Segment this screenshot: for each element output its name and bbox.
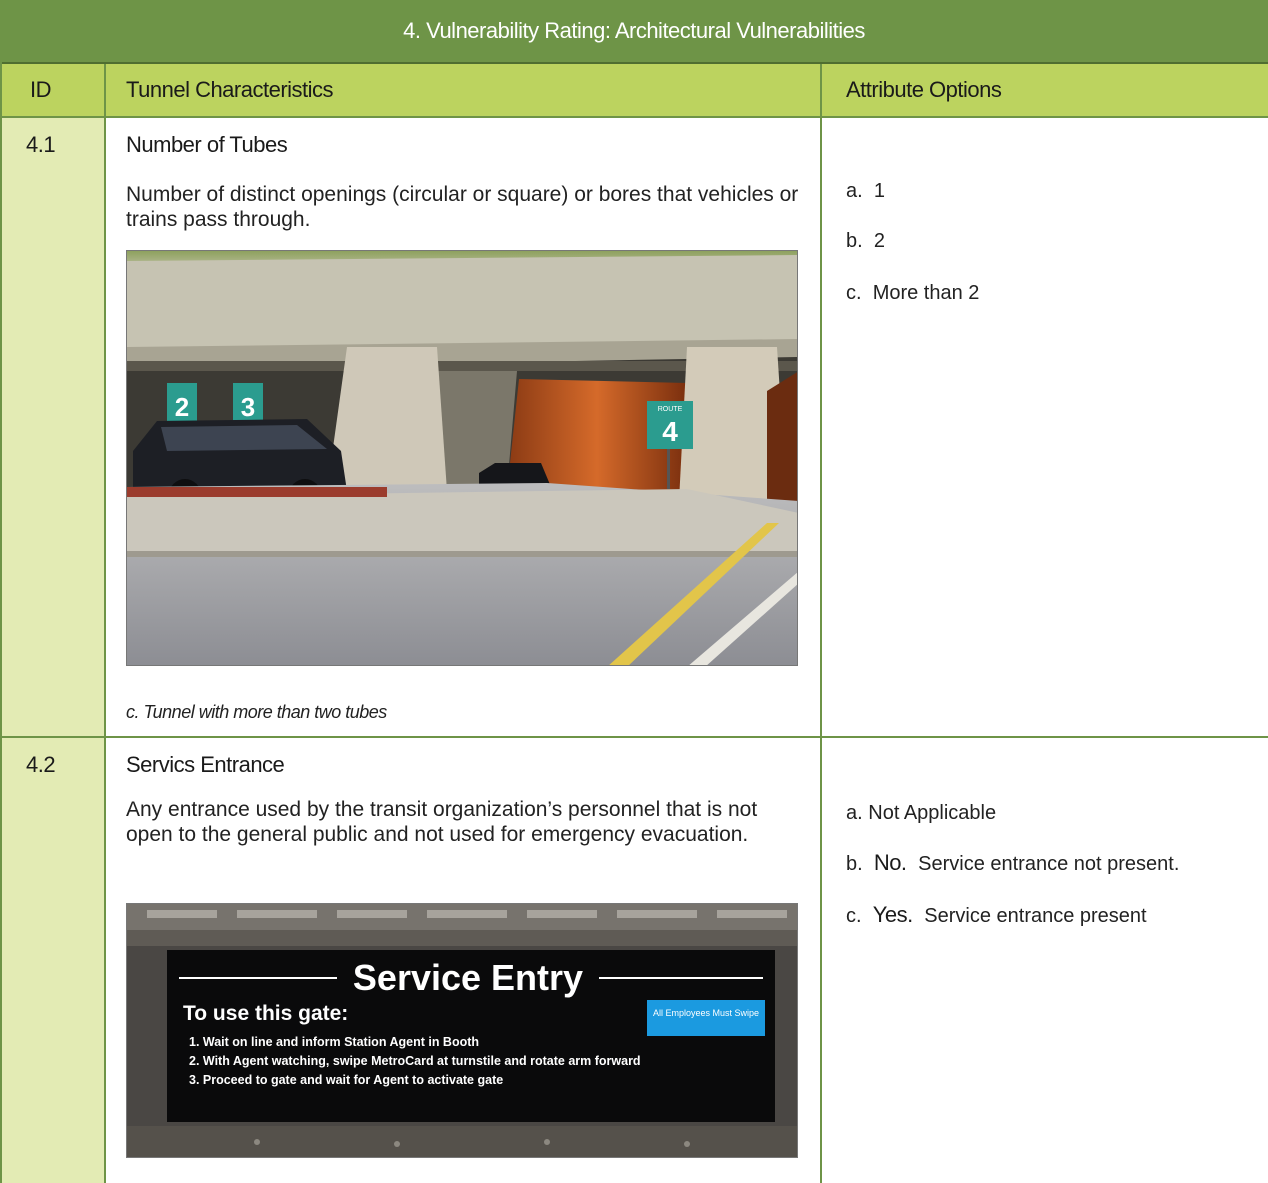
table-left-border (0, 0, 2, 1183)
sign-number: 2 (175, 392, 189, 422)
sign-line: 3. Proceed to gate and wait for Agent to… (189, 1073, 503, 1087)
option-prefix: a. (846, 180, 863, 202)
tunnel-photo-illustration: 2 3 ROUTE 4 (127, 251, 797, 665)
sign-subtitle: To use this gate: (183, 1002, 348, 1025)
option-a: a. 1 (846, 180, 885, 203)
option-prefix: b. (846, 230, 863, 252)
option-b: b. 2 (846, 230, 885, 253)
option-c: c. Yes. Service entrance present (846, 902, 1147, 928)
header-attribute-options: Attribute Options (846, 77, 1002, 102)
option-text: 2 (873, 230, 885, 252)
option-bold-label: Yes. (872, 902, 914, 927)
column-divider-id (104, 64, 106, 1183)
option-text: More than 2 (872, 282, 980, 304)
column-divider-options (820, 64, 822, 1183)
sign-title: Service Entry (353, 957, 583, 998)
option-text: Service entrance not present. (918, 853, 1180, 875)
header-id: ID (30, 77, 52, 102)
service-entry-illustration: Service Entry To use this gate: All Empl… (127, 904, 797, 1157)
row-id: 4.2 (26, 752, 56, 777)
option-text: Service entrance present (924, 905, 1147, 927)
sign-badge: All Employees Must Swipe (653, 1008, 759, 1018)
vulnerability-table: 4. Vulnerability Rating: Architectural V… (0, 0, 1268, 1183)
sign-word: ROUTE (658, 406, 683, 413)
option-bold-label: No. (873, 850, 907, 875)
row-divider (0, 736, 1268, 738)
tunnel-photo: 2 3 ROUTE 4 (126, 250, 798, 666)
option-prefix: c. (846, 905, 862, 927)
row-id: 4.1 (26, 132, 56, 157)
option-prefix: a. (846, 802, 863, 824)
sign-line: 1. Wait on line and inform Station Agent… (189, 1035, 479, 1049)
option-b: b. No. Service entrance not present. (846, 850, 1179, 876)
header-row: ID Tunnel Characteristics Attribute Opti… (0, 64, 1268, 118)
service-entry-photo: Service Entry To use this gate: All Empl… (126, 903, 798, 1158)
sign-number: 4 (662, 416, 678, 447)
row-description: Number of distinct openings (circular or… (126, 183, 799, 231)
row-title: Servics Entrance (126, 752, 285, 777)
header-tunnel-characteristics: Tunnel Characteristics (126, 77, 334, 102)
option-text: 1 (873, 180, 885, 202)
sign-number: 3 (241, 392, 255, 422)
row-description: Any entrance used by the transit organiz… (126, 798, 758, 846)
photo-caption: c. Tunnel with more than two tubes (126, 702, 387, 722)
option-text: Not Applicable (868, 802, 997, 824)
option-c: c. More than 2 (846, 282, 979, 305)
sign-line: 2. With Agent watching, swipe MetroCard … (189, 1054, 641, 1068)
table-title: 4. Vulnerability Rating: Architectural V… (0, 0, 1268, 64)
id-column-shading (0, 118, 106, 1183)
row-title: Number of Tubes (126, 132, 288, 157)
option-prefix: c. (846, 282, 862, 304)
option-prefix: b. (846, 853, 863, 875)
option-a: a. Not Applicable (846, 802, 996, 825)
